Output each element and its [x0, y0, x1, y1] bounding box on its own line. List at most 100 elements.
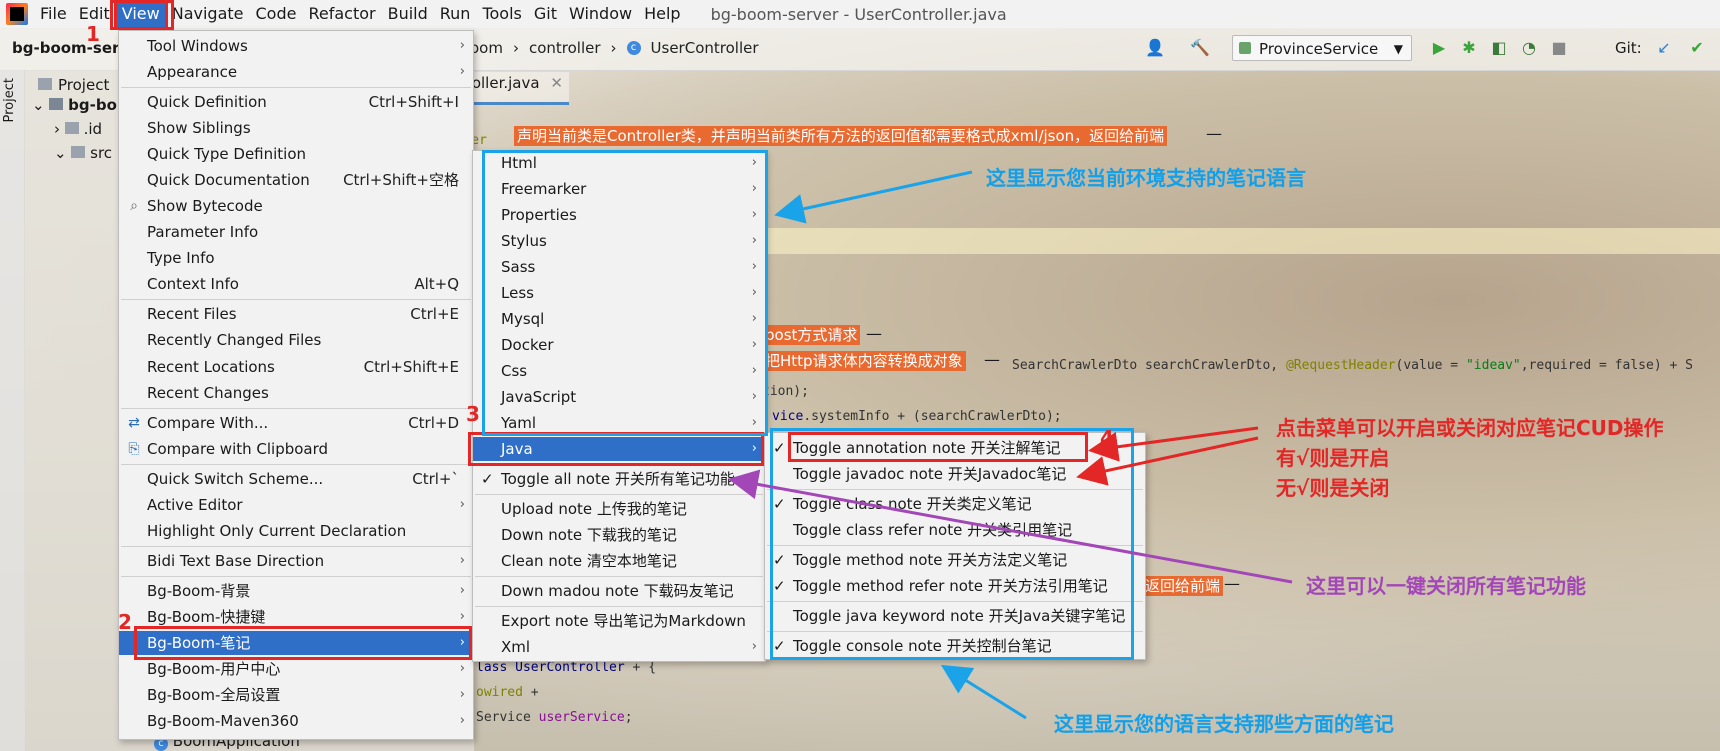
breadcrumb-item[interactable]: UserController — [651, 39, 759, 57]
menu-item-active-editor[interactable]: Active Editor › — [119, 493, 473, 517]
menu-item-quick-type-definition[interactable]: Quick Type Definition — [119, 142, 473, 166]
breadcrumb-item[interactable]: controller — [529, 39, 601, 57]
tree-item-label: src — [90, 144, 113, 162]
highlight-box-notes-item — [134, 626, 472, 660]
menu-item-label: Type Info — [147, 249, 215, 267]
menu-item-toggle-all-note[interactable]: ✓ Toggle all note 开关所有笔记功能 — [473, 467, 765, 491]
plus-icon[interactable]: + — [633, 660, 649, 675]
minus-icon[interactable]: — — [1206, 124, 1222, 143]
menu-shortcut: Ctrl+E — [410, 305, 459, 323]
run-configuration-label: ProvinceService — [1259, 40, 1379, 58]
stop-icon[interactable]: ■ — [1550, 39, 1568, 57]
menu-item-show-bytecode[interactable]: ⌕ Show Bytecode — [119, 194, 473, 218]
close-icon[interactable]: ✕ — [550, 74, 563, 92]
menu-item-label: Quick Documentation — [147, 171, 310, 189]
menu-file[interactable]: File — [34, 0, 73, 28]
step-number: 3 — [466, 402, 480, 426]
menu-item-quick-definition[interactable]: Quick Definition Ctrl+Shift+I — [119, 90, 473, 114]
menu-item-recent-files[interactable]: Recent Files Ctrl+E — [119, 302, 473, 326]
debug-icon[interactable]: ✱ — [1460, 39, 1478, 57]
menu-item-highlight-only-current-declaration[interactable]: Highlight Only Current Declaration — [119, 519, 473, 543]
project-tool-tab[interactable]: Project — [2, 78, 17, 122]
menu-item-bg-boom-user-center[interactable]: Bg-Boom-用户中心 › — [119, 657, 473, 681]
menu-item-bg-boom-global-settings[interactable]: Bg-Boom-全局设置 › — [119, 683, 473, 707]
minus-icon[interactable]: — — [866, 324, 882, 343]
minus-icon[interactable]: — — [1224, 574, 1240, 593]
run-icon[interactable]: ▶ — [1430, 39, 1448, 57]
menu-item-bg-boom-maven360[interactable]: Bg-Boom-Maven360 › — [119, 709, 473, 733]
menu-item-down-note[interactable]: Down note 下载我的笔记 — [473, 523, 765, 547]
menu-item-compare-with[interactable]: ⇄ Compare With... Ctrl+D — [119, 411, 473, 435]
menu-item-upload-note[interactable]: Upload note 上传我的笔记 — [473, 497, 765, 521]
menu-item-label: Recent Changes — [147, 384, 269, 402]
minus-icon[interactable]: — — [984, 350, 1000, 369]
menu-help[interactable]: Help — [638, 0, 686, 28]
menu-item-xml[interactable]: Xml › — [473, 635, 765, 659]
breadcrumb-item[interactable]: oom — [470, 39, 503, 57]
highlight-box-view-menu — [110, 0, 174, 30]
menu-shortcut: Ctrl+` — [412, 470, 459, 488]
menu-item-label: Bg-Boom-用户中心 — [147, 660, 281, 678]
annotation-toggle-1: 点击菜单可以开启或关闭对应笔记CUD操作 — [1276, 416, 1664, 440]
profile-icon[interactable]: ◔ — [1520, 39, 1538, 57]
menu-item-type-info[interactable]: Type Info — [119, 246, 473, 270]
code-token: ,required = false) — [1520, 358, 1670, 373]
menu-item-label: Export note 导出笔记为Markdown — [501, 612, 746, 630]
menu-item-bidi-text-base-direction[interactable]: Bidi Text Base Direction › — [119, 549, 473, 573]
menu-refactor[interactable]: Refactor — [302, 0, 381, 28]
menu-build[interactable]: Build — [382, 0, 434, 28]
code-line: tion); — [762, 384, 809, 399]
plus-icon[interactable]: + — [531, 685, 539, 700]
project-name[interactable]: bg-boom-serv — [12, 39, 129, 57]
plus-icon[interactable]: + — [897, 409, 913, 424]
menu-item-show-siblings[interactable]: Show Siblings — [119, 116, 473, 140]
menu-item-down-madou-note[interactable]: Down madou note 下载码友笔记 — [473, 579, 765, 603]
menu-item-clean-note[interactable]: Clean note 清空本地笔记 — [473, 549, 765, 573]
menu-run[interactable]: Run — [434, 0, 477, 28]
git-commit-icon[interactable]: ✔ — [1688, 39, 1706, 57]
menu-item-appearance[interactable]: Appearance › — [119, 60, 473, 84]
breadcrumb: oom › controller › c UserController — [470, 39, 759, 57]
menu-item-parameter-info[interactable]: Parameter Info — [119, 220, 473, 244]
tree-item-root[interactable]: ⌄ bg-bo — [32, 96, 117, 114]
menu-item-label: Bidi Text Base Direction — [147, 552, 325, 570]
menu-item-recent-changes[interactable]: Recent Changes — [119, 381, 473, 405]
menu-item-recently-changed-files[interactable]: Recently Changed Files — [119, 328, 473, 352]
note-tag[interactable]: 返回给前端 — [1142, 576, 1224, 596]
menu-item-quick-documentation[interactable]: Quick Documentation Ctrl+Shift+空格 — [119, 168, 473, 192]
menu-item-compare-with-clipboard[interactable]: ⎘ Compare with Clipboard — [119, 437, 473, 461]
user-icon[interactable]: 👤 — [1145, 39, 1165, 57]
note-tag[interactable]: 把Http请求体内容转换成对象 — [762, 351, 966, 371]
menu-window[interactable]: Window — [563, 0, 638, 28]
note-tag[interactable]: post方式请求 — [762, 325, 861, 345]
plus-icon[interactable]: + — [1669, 358, 1685, 373]
git-update-icon[interactable]: ↙ — [1655, 39, 1673, 57]
note-tag[interactable]: 声明当前类是Controller类，并声明当前类所有方法的返回值都需要格式成xm… — [514, 126, 1168, 146]
menu-item-label: Compare With... — [147, 414, 269, 432]
code-token: ; — [624, 710, 633, 725]
tree-item-src[interactable]: ⌄ src — [54, 144, 112, 162]
menu-navigate[interactable]: Navigate — [166, 0, 250, 28]
code-token: "ideav" — [1465, 358, 1521, 373]
editor-tab-usercontroller[interactable]: roller.java ✕ — [460, 72, 569, 105]
chevron-right-icon: › — [459, 38, 465, 53]
coverage-icon[interactable]: ◧ — [1490, 39, 1508, 57]
menu-item-tool-windows[interactable]: Tool Windows › — [119, 34, 473, 58]
menu-item-quick-switch-scheme[interactable]: Quick Switch Scheme... Ctrl+` — [119, 467, 473, 491]
menu-separator — [121, 299, 471, 300]
menu-git[interactable]: Git — [528, 0, 563, 28]
menu-code[interactable]: Code — [250, 0, 303, 28]
menu-item-context-info[interactable]: Context Info Alt+Q — [119, 272, 473, 296]
menu-item-recent-locations[interactable]: Recent Locations Ctrl+Shift+E — [119, 355, 473, 379]
annotation-toggle-3: 无√则是关闭 — [1276, 476, 1390, 500]
step-number: 2 — [118, 610, 132, 634]
menu-item-bg-boom-background[interactable]: Bg-Boom-背景 › — [119, 579, 473, 603]
menu-item-export-note[interactable]: Export note 导出笔记为Markdown — [473, 609, 765, 633]
run-configuration-select[interactable]: ProvinceService ▼ — [1232, 35, 1412, 61]
menu-item-label: Xml — [501, 638, 531, 656]
hammer-icon[interactable]: 🔨 — [1190, 39, 1210, 57]
menu-tools[interactable]: Tools — [476, 0, 527, 28]
clipboard-compare-icon: ⎘ — [128, 441, 140, 457]
tree-item-idea[interactable]: › .id — [54, 120, 102, 138]
code-token: (searchCrawlerDto); — [912, 409, 1062, 424]
